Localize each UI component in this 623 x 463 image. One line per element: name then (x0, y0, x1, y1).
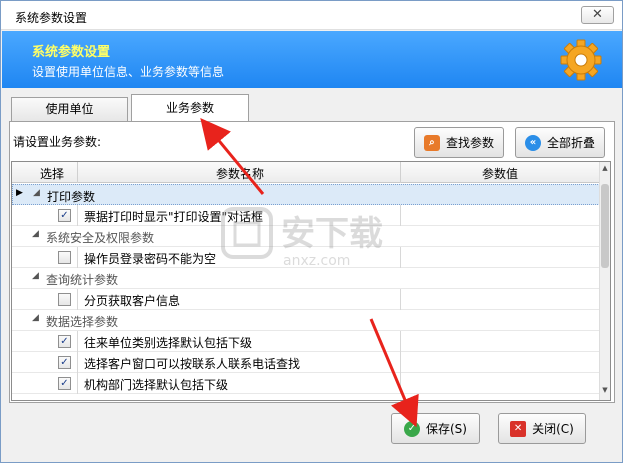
scroll-down-icon[interactable]: ▼ (600, 386, 610, 398)
find-param-label: 查找参数 (445, 136, 494, 150)
group-row[interactable]: ◢ 查询统计参数 (12, 268, 600, 289)
scroll-thumb[interactable] (601, 184, 609, 268)
collapse-all-button[interactable]: « 全部折叠 (515, 127, 605, 158)
cell-divider (77, 331, 78, 352)
watermark-logo: 安下载 anxz.com (221, 207, 383, 269)
table-row[interactable]: ✓ 机构部门选择默认包括下级 (12, 373, 600, 394)
group-label: 查询统计参数 (46, 273, 119, 287)
cell-divider (77, 352, 78, 373)
group-label: 打印参数 (47, 190, 96, 204)
title-bar: 系统参数设置 ✕ (1, 1, 622, 30)
row-checkbox[interactable]: ✓ (58, 209, 71, 222)
cell-divider (400, 289, 401, 310)
param-grid: 选择 参数名称 参数值 ▶ ◢ 打印参数 ✓ 票据打印时显示"打印设置"对话框 … (11, 161, 611, 401)
tab-business-params[interactable]: 业务参数 (131, 94, 249, 122)
cell-divider (77, 205, 78, 226)
group-label: 数据选择参数 (46, 315, 119, 329)
banner-subtitle: 设置使用单位信息、业务参数等信息 (32, 65, 225, 79)
header-banner: 系统参数设置 设置使用单位信息、业务参数等信息 (2, 31, 622, 88)
group-label: 系统安全及权限参数 (46, 231, 155, 245)
param-name: 往来单位类别选择默认包括下级 (84, 336, 253, 350)
save-button[interactable]: ✓ 保存(S) (391, 413, 480, 444)
group-row[interactable]: ◢ 数据选择参数 (12, 310, 600, 331)
save-label: 保存(S) (426, 422, 467, 436)
param-name: 操作员登录密码不能为空 (84, 252, 217, 266)
cell-divider (400, 331, 401, 352)
row-checkbox[interactable] (58, 293, 71, 306)
vertical-scrollbar[interactable]: ▲ ▼ (599, 162, 610, 400)
table-row[interactable]: ✓ 往来单位类别选择默认包括下级 (12, 331, 600, 352)
tab-unit[interactable]: 使用单位 (11, 97, 128, 122)
current-row-icon: ▶ (16, 188, 23, 198)
row-checkbox[interactable]: ✓ (58, 335, 71, 348)
cell-divider (400, 373, 401, 394)
cell-divider (400, 352, 401, 373)
col-name-header[interactable]: 参数名称 (216, 165, 264, 182)
banner-title: 系统参数设置 (32, 45, 111, 60)
collapse-icon: « (524, 134, 541, 151)
close-label: 关闭(C) (532, 422, 574, 436)
col-separator (77, 162, 78, 183)
cell-divider (77, 373, 78, 394)
row-checkbox[interactable]: ✓ (58, 356, 71, 369)
table-row[interactable]: 分页获取客户信息 (12, 289, 600, 310)
close-icon: ✕ (510, 420, 527, 437)
scroll-up-icon[interactable]: ▲ (600, 164, 610, 176)
expand-icon[interactable]: ◢ (32, 229, 39, 239)
search-icon: ⌕ (423, 134, 440, 151)
param-name: 分页获取客户信息 (84, 294, 181, 308)
window-title: 系统参数设置 (15, 11, 88, 25)
cell-divider (77, 289, 78, 310)
col-value-header[interactable]: 参数值 (482, 165, 518, 182)
col-separator (400, 162, 401, 183)
expand-icon[interactable]: ◢ (32, 313, 39, 323)
gear-icon (560, 39, 602, 81)
check-icon: ✓ (404, 420, 420, 437)
watermark-text: 安下载 (281, 214, 383, 254)
table-row[interactable]: ✓ 选择客户窗口可以按联系人联系电话查找 (12, 352, 600, 373)
param-name: 选择客户窗口可以按联系人联系电话查找 (84, 357, 301, 371)
expand-icon[interactable]: ◢ (32, 271, 39, 281)
row-checkbox[interactable] (58, 251, 71, 264)
cell-divider (77, 247, 78, 268)
row-checkbox[interactable]: ✓ (58, 377, 71, 390)
prompt-label: 请设置业务参数: (13, 135, 102, 149)
dialog-window: 系统参数设置 ✕ 系统参数设置 设置使用单位信息、业务参数等信息 使用单位 业务… (0, 0, 623, 463)
watermark-sub: anxz.com (283, 253, 350, 269)
expand-icon[interactable]: ◢ (33, 188, 40, 198)
col-select-header[interactable]: 选择 (40, 165, 64, 182)
grid-header: 选择 参数名称 参数值 (12, 162, 600, 183)
param-name: 机构部门选择默认包括下级 (84, 378, 229, 392)
find-param-button[interactable]: ⌕ 查找参数 (414, 127, 504, 158)
collapse-all-label: 全部折叠 (546, 136, 595, 150)
close-button[interactable]: ✕ 关闭(C) (498, 413, 586, 444)
window-close-button[interactable]: ✕ (581, 6, 614, 24)
